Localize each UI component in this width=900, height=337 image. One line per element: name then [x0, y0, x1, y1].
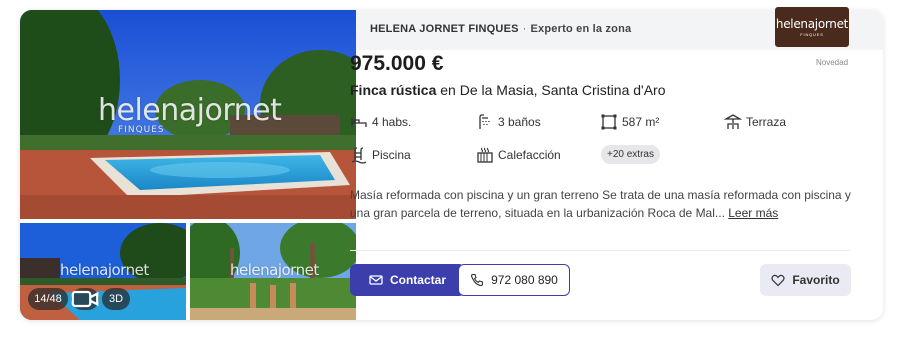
main-photo[interactable]: helenajornet FINQUES [20, 10, 356, 219]
logo-sub: FINQUES [800, 32, 824, 37]
agency-logo[interactable]: helenajornet FINQUES [775, 7, 849, 47]
feature-heating: Calefacción [476, 146, 561, 164]
terrace-icon [724, 114, 742, 129]
bed-icon [351, 118, 367, 127]
radiator-icon [477, 147, 493, 163]
watermark: helenajornet [60, 261, 149, 279]
watermark: helenajornet [230, 261, 319, 279]
feature-baths: 3 baños [476, 113, 541, 131]
pool-icon [351, 147, 367, 164]
feature-terrace-label: Terraza [746, 115, 787, 129]
property-location[interactable]: en De la Masia, Santa Cristina d'Aro [436, 82, 665, 98]
thumbnail-photo-pool[interactable]: helenajornet 14/48 3D [20, 223, 186, 320]
listing-description[interactable]: Masía reformada con piscina y un gran te… [350, 186, 855, 222]
read-more-link[interactable]: Leer más [728, 206, 778, 220]
video-icon [71, 290, 99, 308]
favorite-label: Favorito [792, 273, 840, 287]
phone-label: 972 080 890 [491, 273, 558, 287]
phone-icon [471, 273, 484, 287]
photo-count-badge: 14/48 [28, 288, 68, 310]
feature-terrace: Terraza [724, 113, 786, 131]
agency-separator: · [522, 23, 527, 35]
feature-heating-label: Calefacción [498, 148, 561, 162]
watermark-sub: FINQUES [118, 125, 165, 135]
agency-tag: Experto en la zona [530, 23, 632, 35]
feature-pool: Piscina [350, 146, 411, 164]
extras-badge[interactable]: +20 extras [601, 145, 660, 164]
logo-word: helenajornet [775, 17, 849, 31]
thumbnail-photo-garden[interactable]: helenajornet [190, 223, 356, 320]
photo-gallery[interactable]: helenajornet FINQUES helenajornet 14/48 … [20, 10, 356, 320]
feature-rooms: 4 habs. [350, 113, 411, 131]
video-button[interactable] [71, 288, 99, 310]
listing-title[interactable]: Finca rústica en De la Masia, Santa Cris… [350, 82, 666, 98]
feature-area: 587 m² [600, 113, 659, 131]
price: 975.000 € [350, 52, 444, 75]
feature-pool-label: Piscina [372, 148, 411, 162]
area-icon [601, 114, 617, 130]
agency-header[interactable]: HELENA JORNET FINQUES · Experto en la zona [370, 23, 631, 35]
mail-icon [369, 275, 383, 285]
favorite-button[interactable]: Favorito [760, 264, 851, 296]
feature-baths-label: 3 baños [498, 115, 541, 129]
feature-area-label: 587 m² [622, 115, 660, 129]
3d-tour-button[interactable]: 3D [102, 288, 130, 310]
contact-button[interactable]: Contactar [350, 264, 465, 296]
watermark: helenajornet [98, 93, 282, 128]
divider [350, 250, 850, 251]
heart-icon [771, 274, 785, 287]
shower-icon [479, 114, 490, 129]
feature-rooms-label: 4 habs. [372, 115, 412, 129]
status-badge: Novedad [816, 58, 849, 67]
agency-name[interactable]: HELENA JORNET FINQUES [370, 23, 519, 35]
contact-label: Contactar [389, 273, 446, 287]
property-type[interactable]: Finca rústica [350, 82, 436, 98]
phone-button[interactable]: 972 080 890 [458, 264, 570, 296]
